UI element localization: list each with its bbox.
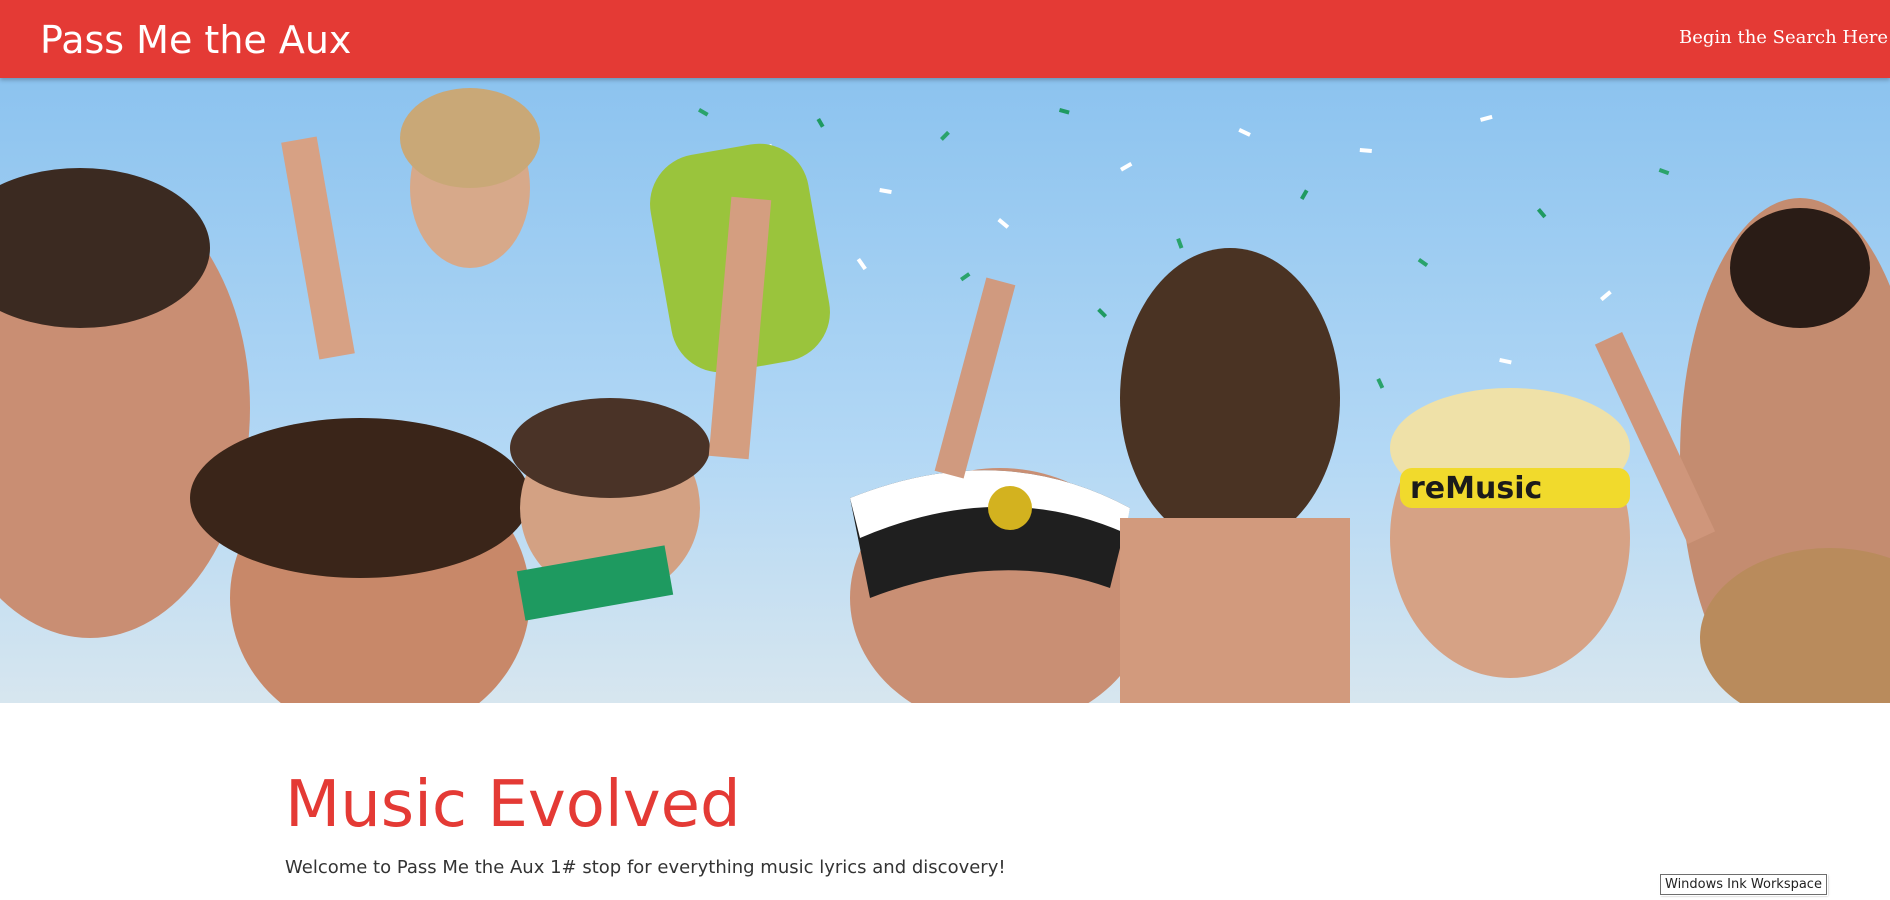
- concert-crowd-illustration: reMusic: [0, 78, 1890, 703]
- hero-image: reMusic: [0, 78, 1890, 703]
- windows-ink-workspace-tooltip: Windows Ink Workspace: [1660, 874, 1827, 895]
- brand-link[interactable]: Pass Me the Aux: [40, 16, 351, 64]
- headband-text: reMusic: [1410, 471, 1542, 506]
- welcome-text: Welcome to Pass Me the Aux 1# stop for e…: [285, 857, 1006, 878]
- top-navbar: Pass Me the Aux Begin the Search Here: [0, 0, 1890, 78]
- begin-search-link[interactable]: Begin the Search Here: [1679, 26, 1888, 50]
- page-title: Music Evolved: [285, 768, 741, 842]
- intro-section: Music Evolved Welcome to Pass Me the Aux…: [285, 760, 1585, 880]
